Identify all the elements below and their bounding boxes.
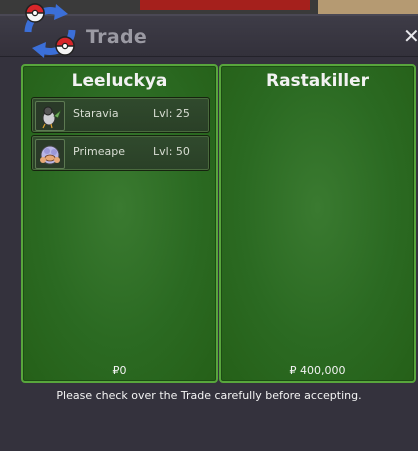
pokemon-name: Primeape: [73, 145, 125, 158]
pokemon-name: Staravia: [73, 107, 119, 120]
staravia-sprite-icon: [35, 101, 65, 131]
trade-arrows-icon: [24, 3, 76, 58]
pokemon-slot-primeape[interactable]: Primeape Lvl: 50: [31, 135, 210, 171]
right-trader-name: Rastakiller: [266, 71, 369, 91]
close-icon[interactable]: ✕: [403, 24, 418, 48]
window-title: Trade: [86, 26, 148, 48]
trade-notice: Please check over the Trade carefully be…: [56, 389, 362, 402]
pokemon-level: Lvl: 50: [153, 145, 190, 158]
trade-window: Trade ✕ Leeluckya Staravia Lvl: 25 Prime…: [0, 3, 418, 451]
pokeball-icon: [55, 36, 75, 56]
left-trader-panel: Leeluckya Staravia Lvl: 25 Primeape Lvl:…: [21, 64, 218, 383]
right-trader-money: ₽ 400,000: [289, 364, 346, 377]
left-trader-money: ₽0: [112, 364, 127, 377]
pokeball-icon: [25, 3, 45, 23]
left-trader-name: Leeluckya: [71, 71, 168, 91]
pokemon-level: Lvl: 25: [153, 107, 190, 120]
right-trader-panel: Rastakiller ₽ 400,000: [219, 64, 416, 383]
background-roof: [140, 0, 310, 10]
pokemon-slot-staravia[interactable]: Staravia Lvl: 25: [31, 97, 210, 133]
primeape-sprite-icon: [35, 139, 65, 169]
